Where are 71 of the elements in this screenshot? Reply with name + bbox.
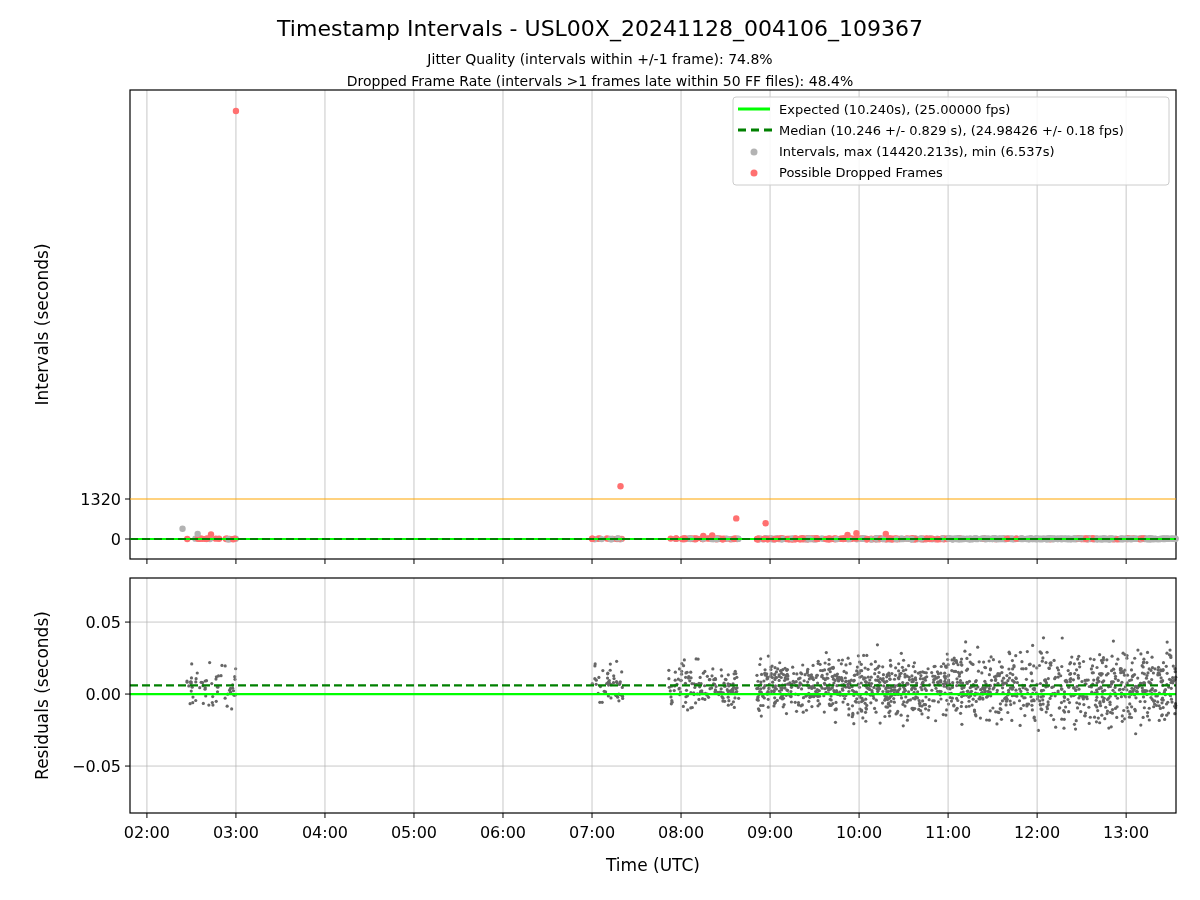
chart-subtitle: Jitter Quality (intervals within +/-1 frame): 74.8% <box>427 51 773 67</box>
interval-point-cluster <box>589 535 625 543</box>
legend-label: Expected (10.240s), (25.00000 fps) <box>779 102 1011 117</box>
legend-label: Intervals, max (14420.213s), min (6.537s) <box>779 144 1055 159</box>
dropped-frame-point <box>207 531 215 538</box>
dropped-frame-point <box>853 530 860 537</box>
dropped-frame-point <box>232 107 240 115</box>
dropped-frame-point <box>617 483 624 490</box>
tick-mark <box>124 765 131 767</box>
legend-label: Median (10.246 +/- 0.829 s), (24.98426 +/- 0.18 fps) <box>779 123 1124 138</box>
dropped-frame-point <box>709 532 716 539</box>
tick-label: 05:00 <box>390 823 438 842</box>
tick-mark <box>324 558 326 565</box>
dropped-frame-point <box>733 515 740 522</box>
dropped-frame-point <box>762 520 769 527</box>
tick-mark <box>146 558 148 565</box>
tick-label: 07:00 <box>568 823 616 842</box>
tick-mark <box>124 538 131 540</box>
tick-mark <box>591 812 593 819</box>
tick-label: 08:00 <box>658 823 705 842</box>
tick-label: 11:00 <box>925 823 972 842</box>
tick-mark <box>947 812 949 819</box>
tick-mark <box>235 558 237 565</box>
tick-mark <box>1125 558 1127 565</box>
tick-label: 1320 <box>80 490 121 509</box>
tick-mark <box>124 498 131 500</box>
tick-mark <box>1036 812 1038 819</box>
tick-mark <box>680 812 682 819</box>
y-axis-label: Intervals (seconds) <box>32 243 52 406</box>
tick-label: 0 <box>110 530 121 549</box>
tick-label: 10:00 <box>836 823 883 842</box>
chart-title: Timestamp Intervals - USL00X_20241128_004106_109367 <box>277 16 923 41</box>
tick-label: 09:00 <box>747 823 794 842</box>
chart-subtitle: Dropped Frame Rate (intervals >1 frames late within 50 FF files): 48.4% <box>346 73 854 89</box>
tick-mark <box>124 621 131 623</box>
y-axis-label: Residuals (seconds) <box>32 611 52 780</box>
tick-label: 13:00 <box>1103 823 1150 842</box>
tick-label: 04:00 <box>301 823 348 842</box>
tick-mark <box>858 558 860 565</box>
tick-mark <box>1036 558 1038 565</box>
dropped-frame-point <box>882 530 889 538</box>
tick-mark <box>591 558 593 565</box>
tick-mark <box>324 812 326 819</box>
tick-label: 03:00 <box>212 823 259 842</box>
tick-mark <box>502 558 504 565</box>
residual-point-cluster <box>185 661 238 711</box>
tick-mark <box>947 558 949 565</box>
tick-label: 0.00 <box>85 685 121 705</box>
interval-point <box>179 525 186 532</box>
tick-mark <box>124 693 131 695</box>
x-axis-label: Time (UTC) <box>606 855 700 875</box>
dropped-frame-point <box>700 532 707 540</box>
tick-mark <box>146 812 148 819</box>
legend-label: Possible Dropped Frames <box>779 165 943 180</box>
tick-label: −0.05 <box>71 757 121 777</box>
tick-mark <box>680 558 682 565</box>
tick-mark <box>413 812 415 819</box>
tick-label: 12:00 <box>1014 823 1061 842</box>
interval-point <box>194 530 201 538</box>
tick-mark <box>413 558 415 565</box>
tick-mark <box>769 558 771 565</box>
tick-mark <box>1125 812 1127 819</box>
tick-label: 02:00 <box>123 823 170 842</box>
tick-label: 06:00 <box>479 823 527 842</box>
residual-point-cluster <box>590 659 625 704</box>
tick-mark <box>235 812 237 819</box>
tick-label: 0.05 <box>85 613 121 633</box>
tick-mark <box>502 812 504 819</box>
tick-mark <box>858 812 860 819</box>
dropped-frame-point <box>844 531 851 539</box>
tick-mark <box>769 812 771 819</box>
